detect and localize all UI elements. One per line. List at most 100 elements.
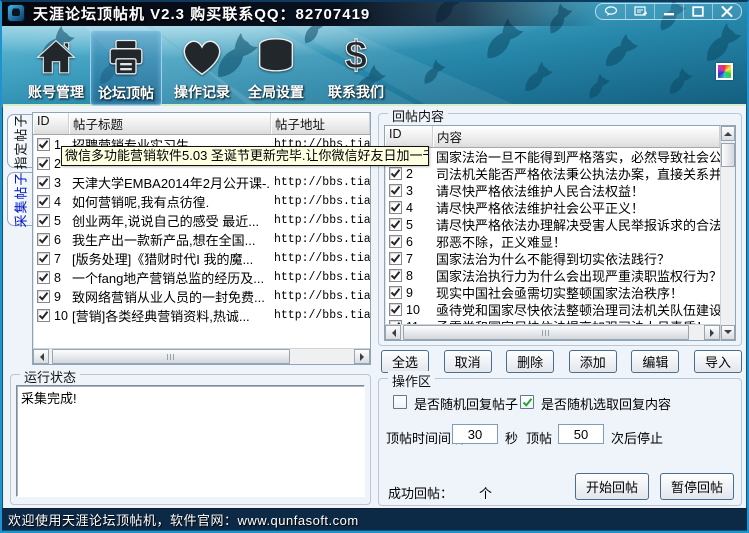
random-post-checkbox[interactable] xyxy=(393,395,407,409)
run-status-log[interactable]: 采集完成! xyxy=(16,385,365,497)
post-url: http://bbs.tiany xyxy=(271,176,370,189)
post-row[interactable]: 4如何营销呢,我有点彷徨.http://bbs.tiany xyxy=(33,192,370,211)
chat-icon[interactable] xyxy=(596,4,625,19)
column-header-url[interactable]: 帖子地址 xyxy=(271,113,370,134)
post-title: [版务处理]《猎财时代I 我的魔... xyxy=(69,249,271,268)
row-checkbox[interactable] xyxy=(389,184,402,197)
reply-vscrollbar xyxy=(720,125,736,341)
post-row[interactable]: 3天津大学EMBA2014年2月公开课-...http://bbs.tiany xyxy=(33,173,370,192)
select-all-button[interactable]: 全选 xyxy=(381,350,429,373)
row-checkbox[interactable] xyxy=(37,290,50,303)
scroll-thumb[interactable] xyxy=(52,349,290,364)
toolbar-button-2[interactable]: 论坛顶帖 xyxy=(90,30,162,106)
column-header-content[interactable]: 内容 xyxy=(433,126,720,147)
post-url: http://bbs.tiany xyxy=(271,309,370,322)
row-checkbox[interactable] xyxy=(389,320,402,324)
side-tab-2[interactable]: 采集帖子 xyxy=(7,172,32,226)
posts-table-header: ID 帖子标题 帖子地址 xyxy=(33,113,370,135)
post-title: 致网络营销从业人员的一封免费... xyxy=(69,287,271,306)
cancel-button[interactable]: 取消 xyxy=(444,350,492,373)
toolbar-button-4[interactable]: 全局设置 xyxy=(240,30,312,106)
toolbar-button-5[interactable]: $联系我们 xyxy=(320,30,392,106)
row-checkbox[interactable] xyxy=(389,218,402,231)
reply-row[interactable]: 11 亟需党和国家尽快依法提高加强司法人员素质！ xyxy=(385,318,720,324)
row-checkbox[interactable] xyxy=(37,214,50,227)
limit-input[interactable] xyxy=(558,424,604,444)
skin-icon[interactable] xyxy=(625,4,654,19)
row-checkbox[interactable] xyxy=(37,233,50,246)
post-row[interactable]: 8一个fang地产营销总监的经历及...http://bbs.tiany xyxy=(33,268,370,287)
svg-text:$: $ xyxy=(345,37,367,77)
row-checkbox[interactable] xyxy=(37,195,50,208)
row-id: 9 xyxy=(406,286,413,300)
column-header-id[interactable]: ID xyxy=(33,113,69,134)
scroll-thumb[interactable] xyxy=(403,325,689,340)
minimize-icon[interactable] xyxy=(654,4,683,19)
post-row[interactable]: 6我生产出一款新产品,想在全国...http://bbs.tiany xyxy=(33,230,370,249)
reply-row[interactable]: 7国家法治为什么不能得到切实依法践行？ xyxy=(385,250,720,267)
delete-button[interactable]: 删除 xyxy=(506,350,554,373)
column-header-title[interactable]: 帖子标题 xyxy=(69,113,271,134)
toolbar-button-3[interactable]: 操作记录 xyxy=(166,30,238,106)
post-title: 我生产出一款新产品,想在全国... xyxy=(69,230,271,249)
post-row[interactable]: 9致网络营销从业人员的一封免费...http://bbs.tiany xyxy=(33,287,370,306)
row-checkbox[interactable] xyxy=(389,303,402,316)
close-icon[interactable] xyxy=(712,4,741,19)
start-reply-button[interactable]: 开始回帖 xyxy=(575,473,649,500)
row-checkbox[interactable] xyxy=(389,269,402,282)
post-row[interactable]: 5创业两年,说说自己的感受 最近...http://bbs.tiany xyxy=(33,211,370,230)
scroll-left-icon[interactable] xyxy=(33,349,49,364)
coins-icon xyxy=(254,34,298,80)
reply-row[interactable]: 6邪恶不除，正义难显！ xyxy=(385,233,720,250)
post-row[interactable]: 10[营销]各类经典营销资料,热诚...http://bbs.tiany xyxy=(33,306,370,325)
column-header-id[interactable]: ID xyxy=(385,126,433,147)
row-id: 10 xyxy=(54,309,68,323)
import-button[interactable]: 导入 xyxy=(694,350,742,373)
row-id: 11 xyxy=(406,320,419,325)
row-checkbox[interactable] xyxy=(37,252,50,265)
reply-row[interactable]: 2司法机关能否严格依法秉公执法办案，直接关系并... xyxy=(385,165,720,182)
post-row[interactable]: 7[版务处理]《猎财时代I 我的魔...http://bbs.tiany xyxy=(33,249,370,268)
edit-button[interactable]: 编辑 xyxy=(631,350,679,373)
maximize-icon[interactable] xyxy=(683,4,712,19)
row-checkbox[interactable] xyxy=(389,167,402,180)
scroll-up-icon[interactable] xyxy=(721,126,735,141)
row-id: 7 xyxy=(406,252,413,266)
reply-row[interactable]: 3请尽快严格依法维护人民合法权益！ xyxy=(385,182,720,199)
reply-table: ID 内容 1国家法治一旦不能得到严格落实，必然导致社会公...2司法机关能否严… xyxy=(384,125,720,341)
interval-input[interactable] xyxy=(452,424,498,444)
palette-icon[interactable] xyxy=(716,63,733,80)
row-checkbox[interactable] xyxy=(389,201,402,214)
reply-row[interactable]: 9现实中国社会亟需切实整顿国家法治秩序！ xyxy=(385,284,720,301)
scroll-right-icon[interactable] xyxy=(704,325,720,340)
row-checkbox[interactable] xyxy=(37,138,50,151)
reply-row[interactable]: 1国家法治一旦不能得到严格落实，必然导致社会公... xyxy=(385,148,720,165)
reply-table-body: 1国家法治一旦不能得到严格落实，必然导致社会公...2司法机关能否严格依法秉公执… xyxy=(385,148,720,324)
random-content-checkbox[interactable] xyxy=(520,395,534,409)
reply-row[interactable]: 5请尽快严格依法办理解决受害人民举报诉求的合法... xyxy=(385,216,720,233)
row-checkbox[interactable] xyxy=(389,252,402,265)
toolbar-button-1[interactable]: 账号管理 xyxy=(20,30,92,106)
row-checkbox[interactable] xyxy=(37,271,50,284)
scroll-thumb[interactable] xyxy=(721,143,735,167)
status-bar-text: 欢迎使用天涯论坛顶帖机，软件官网：www.qunfasoft.com xyxy=(8,510,359,529)
row-checkbox[interactable] xyxy=(37,157,50,170)
reply-row[interactable]: 10亟待党和国家尽快依法整顿治理司法机关队伍建设！ xyxy=(385,301,720,318)
random-content-label: 是否随机选取回复内容 xyxy=(541,394,671,413)
reply-row[interactable]: 8国家法治执行力为什么会出现严重渎职监权行为？ xyxy=(385,267,720,284)
reply-row[interactable]: 4请尽快严格依法维护社会公平正义！ xyxy=(385,199,720,216)
pause-reply-button[interactable]: 暂停回帖 xyxy=(660,473,734,500)
scroll-right-icon[interactable] xyxy=(354,349,370,364)
side-tab-1[interactable]: 指定帖子 xyxy=(7,114,32,168)
row-checkbox[interactable] xyxy=(37,176,50,189)
scroll-left-icon[interactable] xyxy=(385,325,401,340)
scroll-down-icon[interactable] xyxy=(721,325,735,340)
reply-content: 亟需党和国家尽快依法提高加强司法人员素质！ xyxy=(433,317,720,324)
window-controls xyxy=(595,3,742,20)
post-url: http://bbs.tiany xyxy=(271,252,370,265)
row-checkbox[interactable] xyxy=(389,235,402,248)
row-checkbox[interactable] xyxy=(389,286,402,299)
add-button[interactable]: 添加 xyxy=(569,350,617,373)
row-checkbox[interactable] xyxy=(37,309,50,322)
reply-hscrollbar xyxy=(385,324,720,340)
